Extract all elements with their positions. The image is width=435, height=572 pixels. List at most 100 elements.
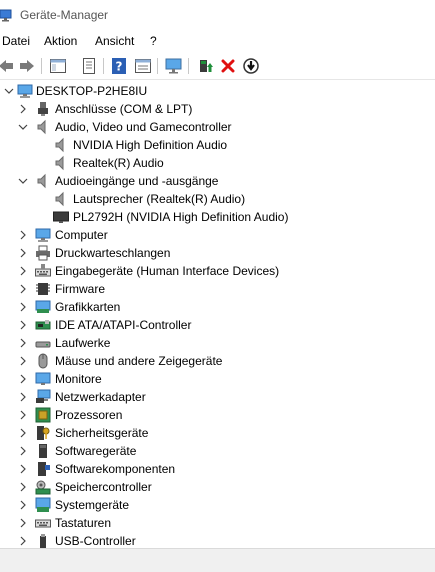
system-device-icon xyxy=(35,497,51,512)
expand-chevron-icon[interactable] xyxy=(18,302,28,312)
tree-category[interactable]: Systemgeräte xyxy=(0,496,435,514)
tree-category[interactable]: Eingabegeräte (Human Interface Devices) xyxy=(0,262,435,280)
tree-category[interactable]: USB-Controller xyxy=(0,532,435,548)
menu-help[interactable]: ? xyxy=(150,34,157,48)
tree-category[interactable]: Computer xyxy=(0,226,435,244)
tree-item-label: Mäuse und andere Zeigegeräte xyxy=(55,354,223,368)
tree-item-label: Anschlüsse (COM & LPT) xyxy=(55,102,193,116)
software-component-icon xyxy=(38,462,50,476)
show-hide-tree-icon xyxy=(50,59,66,73)
expand-chevron-icon[interactable] xyxy=(18,410,28,420)
tree-category[interactable]: Speichercontroller xyxy=(0,478,435,496)
back-button[interactable] xyxy=(0,56,16,76)
tree-category[interactable]: Sicherheitsgeräte xyxy=(0,424,435,442)
tree-category[interactable]: Audioeingänge und -ausgänge xyxy=(0,172,435,190)
tree-item-label: Netzwerkadapter xyxy=(55,390,146,404)
menu-datei[interactable]: Datei xyxy=(2,34,30,48)
view-button[interactable] xyxy=(133,56,153,76)
tree-category[interactable]: Grafikkarten xyxy=(0,298,435,316)
expand-chevron-icon[interactable] xyxy=(18,320,28,330)
tree-category[interactable]: Monitore xyxy=(0,370,435,388)
tree-category[interactable]: Firmware xyxy=(0,280,435,298)
tree-category[interactable]: IDE ATA/ATAPI-Controller xyxy=(0,316,435,334)
printer-icon xyxy=(36,245,50,261)
scan-hardware-icon xyxy=(165,58,182,74)
scan-hardware-button[interactable] xyxy=(164,56,184,76)
tree-root[interactable]: DESKTOP-P2HE8IU xyxy=(0,82,435,100)
menu-aktion[interactable]: Aktion xyxy=(44,34,77,48)
expand-chevron-icon[interactable] xyxy=(18,338,28,348)
tree-item-label: NVIDIA High Definition Audio xyxy=(73,138,228,152)
help-icon: ? xyxy=(112,58,126,74)
forward-button[interactable] xyxy=(17,56,37,76)
collapse-chevron-icon[interactable] xyxy=(18,176,28,186)
expand-chevron-icon[interactable] xyxy=(18,518,28,528)
collapse-chevron-icon[interactable] xyxy=(18,122,28,132)
expand-chevron-icon[interactable] xyxy=(18,464,28,474)
menu-ansicht[interactable]: Ansicht xyxy=(95,34,134,48)
speaker-icon xyxy=(55,191,64,207)
tree-item-label: Grafikkarten xyxy=(55,300,121,314)
properties-icon xyxy=(83,58,95,74)
expand-chevron-icon[interactable] xyxy=(18,374,28,384)
expand-chevron-icon[interactable] xyxy=(18,392,28,402)
tree-category[interactable]: Druckwarteschlangen xyxy=(0,244,435,262)
tree-category[interactable]: Softwarekomponenten xyxy=(0,460,435,478)
expand-chevron-icon[interactable] xyxy=(18,356,28,366)
port-icon xyxy=(38,102,48,116)
uninstall-icon xyxy=(221,59,235,73)
back-icon xyxy=(0,60,13,72)
tree-item-label: Speichercontroller xyxy=(55,480,152,494)
tree-item-label: Computer xyxy=(55,228,108,242)
uninstall-button[interactable] xyxy=(218,56,238,76)
tree-category[interactable]: Prozessoren xyxy=(0,406,435,424)
tree-item-label: Audioeingänge und -ausgänge xyxy=(55,174,219,188)
expand-chevron-icon[interactable] xyxy=(18,230,28,240)
tree-item-label: Firmware xyxy=(55,282,105,296)
tree-item-label: Audio, Video und Gamecontroller xyxy=(55,120,232,134)
tree-category[interactable]: Anschlüsse (COM & LPT) xyxy=(0,100,435,118)
toolbar-separator xyxy=(157,58,158,74)
update-driver-icon xyxy=(200,60,213,72)
expand-chevron-icon[interactable] xyxy=(18,446,28,456)
tree-category[interactable]: Audio, Video und Gamecontroller xyxy=(0,118,435,136)
ide-controller-icon xyxy=(35,320,51,330)
expand-chevron-icon[interactable] xyxy=(18,248,28,258)
device-manager-app-icon xyxy=(0,9,12,22)
tree-category[interactable]: Softwaregeräte xyxy=(0,442,435,460)
help-button[interactable]: ? xyxy=(109,56,129,76)
properties-button[interactable] xyxy=(79,56,99,76)
usb-icon xyxy=(40,534,46,548)
tree-category[interactable]: Mäuse und andere Zeigegeräte xyxy=(0,352,435,370)
expand-chevron-icon[interactable] xyxy=(18,266,28,276)
expand-chevron-icon[interactable] xyxy=(18,536,28,546)
network-adapter-icon xyxy=(36,389,51,403)
disable-device-button[interactable] xyxy=(241,56,261,76)
tree-item-label: Druckwarteschlangen xyxy=(55,246,171,260)
tree-category[interactable]: Laufwerke xyxy=(0,334,435,352)
monitor-dark-icon xyxy=(53,211,69,223)
tree-device[interactable]: Realtek(R) Audio xyxy=(0,154,435,172)
tree-device[interactable]: Lautsprecher (Realtek(R) Audio) xyxy=(0,190,435,208)
expand-chevron-icon[interactable] xyxy=(18,482,28,492)
update-driver-button[interactable] xyxy=(195,56,215,76)
tree-category[interactable]: Tastaturen xyxy=(0,514,435,532)
expand-chevron-icon[interactable] xyxy=(18,428,28,438)
collapse-chevron-icon[interactable] xyxy=(4,86,14,96)
processor-icon xyxy=(35,407,51,423)
speaker-icon xyxy=(55,155,64,171)
horizontal-scrollbar[interactable] xyxy=(0,566,435,572)
forward-icon xyxy=(20,60,34,72)
firmware-icon xyxy=(36,283,50,295)
software-device-icon xyxy=(39,444,47,458)
show-hide-tree-button[interactable] xyxy=(48,56,68,76)
expand-chevron-icon[interactable] xyxy=(18,284,28,294)
tree-category[interactable]: Netzwerkadapter xyxy=(0,388,435,406)
tree-item-label: Tastaturen xyxy=(55,516,112,530)
tree-device[interactable]: NVIDIA High Definition Audio xyxy=(0,136,435,154)
tree-item-label: Lautsprecher (Realtek(R) Audio) xyxy=(73,192,246,206)
expand-chevron-icon[interactable] xyxy=(18,104,28,114)
expand-chevron-icon[interactable] xyxy=(18,500,28,510)
device-tree: DESKTOP-P2HE8IU Anschlüsse (COM & LPT) A… xyxy=(0,82,435,548)
tree-device[interactable]: PL2792H (NVIDIA High Definition Audio) xyxy=(0,208,435,226)
